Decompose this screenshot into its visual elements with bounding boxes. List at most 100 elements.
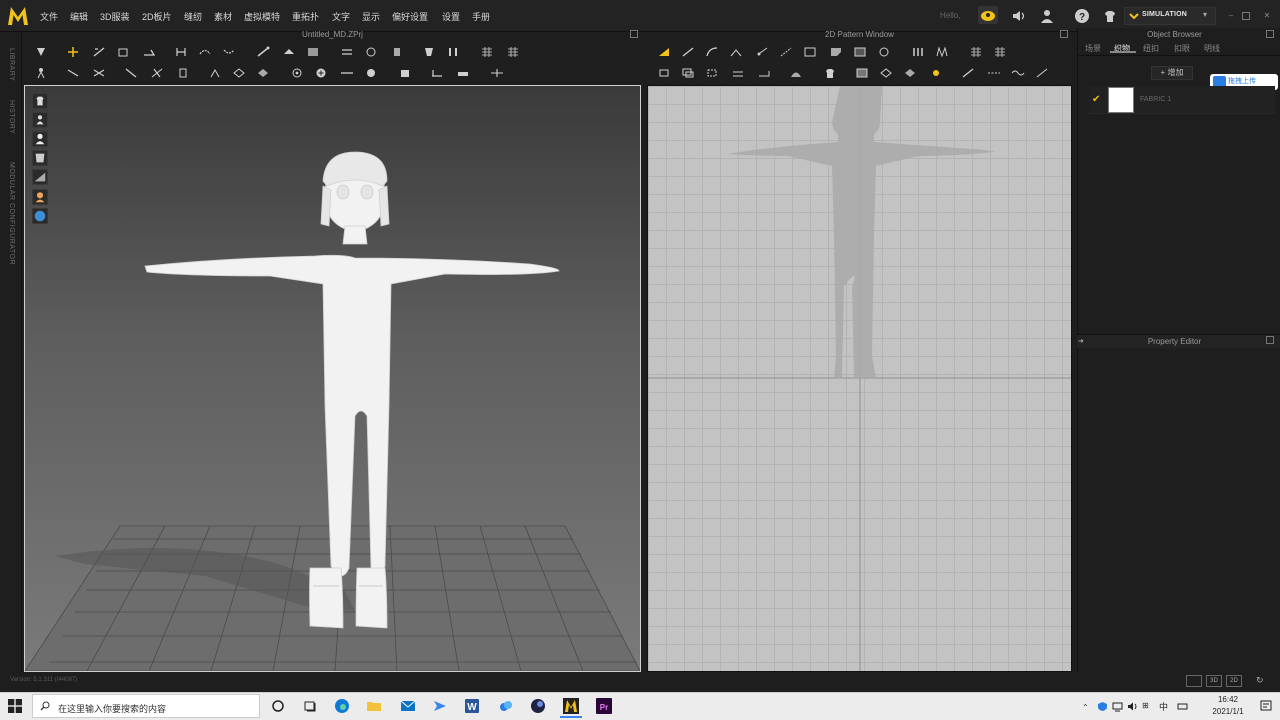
- flat-icon[interactable]: [430, 67, 444, 79]
- baidu-netdisk-icon[interactable]: [498, 698, 514, 714]
- select-pattern-icon[interactable]: [657, 46, 671, 58]
- cinema4d-icon[interactable]: [530, 698, 546, 714]
- view-mode-3d[interactable]: 3D: [1206, 675, 1222, 687]
- scale-icon[interactable]: [490, 67, 504, 79]
- record-icon[interactable]: [364, 67, 378, 79]
- multi-sewing-icon[interactable]: [222, 46, 236, 58]
- garment-display-icon[interactable]: [32, 93, 48, 109]
- garment-mode-icon[interactable]: [1102, 8, 1118, 24]
- fold-line-icon[interactable]: [911, 46, 925, 58]
- sew-pattern-icon[interactable]: [779, 46, 793, 58]
- user-icon[interactable]: [1039, 8, 1055, 24]
- speaker-icon[interactable]: [1011, 8, 1027, 24]
- pin-2d-icon[interactable]: [929, 67, 943, 79]
- edit-segment-icon[interactable]: [681, 46, 695, 58]
- button-tool-icon[interactable]: [364, 46, 378, 58]
- check-icon[interactable]: ✔: [1092, 94, 1100, 105]
- flat-2-icon[interactable]: [456, 67, 470, 79]
- edge-browser-icon[interactable]: [334, 698, 350, 714]
- shrink-2-icon[interactable]: [903, 67, 917, 79]
- texture-display-icon[interactable]: [32, 169, 48, 185]
- fabric-texture-icon[interactable]: [306, 46, 320, 58]
- word-icon[interactable]: W: [464, 698, 480, 714]
- binding-icon[interactable]: [731, 67, 745, 79]
- windows-start-icon[interactable]: [8, 699, 22, 713]
- polygon-icon[interactable]: [829, 46, 843, 58]
- maximize-icon[interactable]: [1242, 12, 1250, 20]
- print-icon[interactable]: [398, 67, 412, 79]
- seam-allowance-icon[interactable]: [705, 67, 719, 79]
- tray-app-icon[interactable]: ⊞: [1142, 701, 1149, 710]
- grid-tool-2-icon[interactable]: [506, 46, 520, 58]
- pleat-icon[interactable]: [935, 46, 949, 58]
- security-icon[interactable]: [1097, 701, 1108, 712]
- app-logo-icon[interactable]: [6, 4, 30, 28]
- tab-button[interactable]: 纽扣: [1143, 43, 1159, 54]
- ime-indicator[interactable]: 中: [1159, 700, 1168, 713]
- edit-curve-icon[interactable]: [705, 46, 719, 58]
- trace-icon[interactable]: [657, 67, 671, 79]
- shrinkage-icon[interactable]: [232, 67, 246, 79]
- clock-date[interactable]: 2021/1/1: [1202, 707, 1254, 716]
- view-mode-2d[interactable]: 2D: [1226, 675, 1242, 687]
- edit-pattern-icon[interactable]: [92, 46, 106, 58]
- menu-settings[interactable]: 设置: [442, 10, 460, 23]
- grid-tool-icon[interactable]: [480, 46, 494, 58]
- menu-manual[interactable]: 手册: [472, 10, 490, 23]
- menu-display[interactable]: 显示: [362, 10, 380, 23]
- help-icon[interactable]: ?: [1074, 8, 1090, 24]
- pin-icon[interactable]: [282, 46, 296, 58]
- pattern-texture-icon[interactable]: [855, 67, 869, 79]
- cloud-icon[interactable]: [978, 6, 998, 24]
- expand-browser-icon[interactable]: [1266, 30, 1274, 38]
- avatar-measure-icon[interactable]: [422, 46, 436, 58]
- offset-icon[interactable]: [681, 67, 695, 79]
- notch-icon[interactable]: [757, 67, 771, 79]
- menu-file[interactable]: 文件: [40, 10, 58, 23]
- fold-icon[interactable]: [142, 46, 156, 58]
- arrangement-icon[interactable]: [446, 46, 460, 58]
- expand-icon[interactable]: [630, 30, 638, 38]
- graphic-icon[interactable]: [340, 46, 354, 58]
- curve-point-icon[interactable]: [729, 46, 743, 58]
- mail-icon[interactable]: [400, 698, 416, 714]
- minimize-icon[interactable]: –: [1226, 11, 1236, 21]
- layer-icon[interactable]: [176, 67, 190, 79]
- marvelous-designer-icon[interactable]: [563, 698, 579, 714]
- sidebar-tab-modular-configurator[interactable]: MODULAR CONFIGURATOR: [8, 162, 15, 265]
- rectangle-icon[interactable]: [803, 46, 817, 58]
- segment-sewing-icon[interactable]: [174, 46, 188, 58]
- diagonal-line-icon[interactable]: [1035, 67, 1049, 79]
- menu-preferences[interactable]: 偏好设置: [392, 10, 428, 23]
- menu-sewing[interactable]: 缝纫: [184, 10, 202, 23]
- shirt-icon[interactable]: [823, 67, 837, 79]
- avatar-silhouette-icon[interactable]: [32, 131, 48, 147]
- tab-topstitch[interactable]: 明线: [1204, 43, 1220, 54]
- strap-icon[interactable]: [124, 67, 138, 79]
- cortana-icon[interactable]: [270, 698, 286, 714]
- premiere-icon[interactable]: Pr: [596, 698, 612, 714]
- measure-2-icon[interactable]: [92, 67, 106, 79]
- transform-icon[interactable]: [66, 46, 80, 58]
- target-icon[interactable]: [290, 67, 304, 79]
- environment-display-icon[interactable]: [32, 208, 48, 224]
- menu-2d-pattern[interactable]: 2D板片: [142, 10, 172, 23]
- keyboard-icon[interactable]: [1177, 701, 1188, 712]
- notification-icon[interactable]: [1260, 700, 1272, 712]
- menu-avatar[interactable]: 虚拟模特: [244, 10, 280, 23]
- avatar-display-icon[interactable]: [32, 112, 48, 128]
- grid-2d-2-icon[interactable]: [993, 46, 1007, 58]
- line-2d-icon[interactable]: [961, 67, 975, 79]
- select-mesh-icon[interactable]: [34, 46, 48, 58]
- feishu-icon[interactable]: [432, 698, 448, 714]
- edit-point-icon[interactable]: [116, 46, 130, 58]
- free-sewing-icon[interactable]: [198, 46, 212, 58]
- tack-icon[interactable]: [256, 46, 270, 58]
- skin-display-icon[interactable]: [32, 189, 48, 205]
- add-fabric-button[interactable]: + 增加: [1151, 66, 1193, 80]
- simulation-run-icon[interactable]: [34, 67, 48, 79]
- graphic-2d-icon[interactable]: [877, 46, 891, 58]
- file-explorer-icon[interactable]: [366, 698, 382, 714]
- view-mode-both[interactable]: [1186, 675, 1202, 687]
- task-view-icon[interactable]: [302, 698, 318, 714]
